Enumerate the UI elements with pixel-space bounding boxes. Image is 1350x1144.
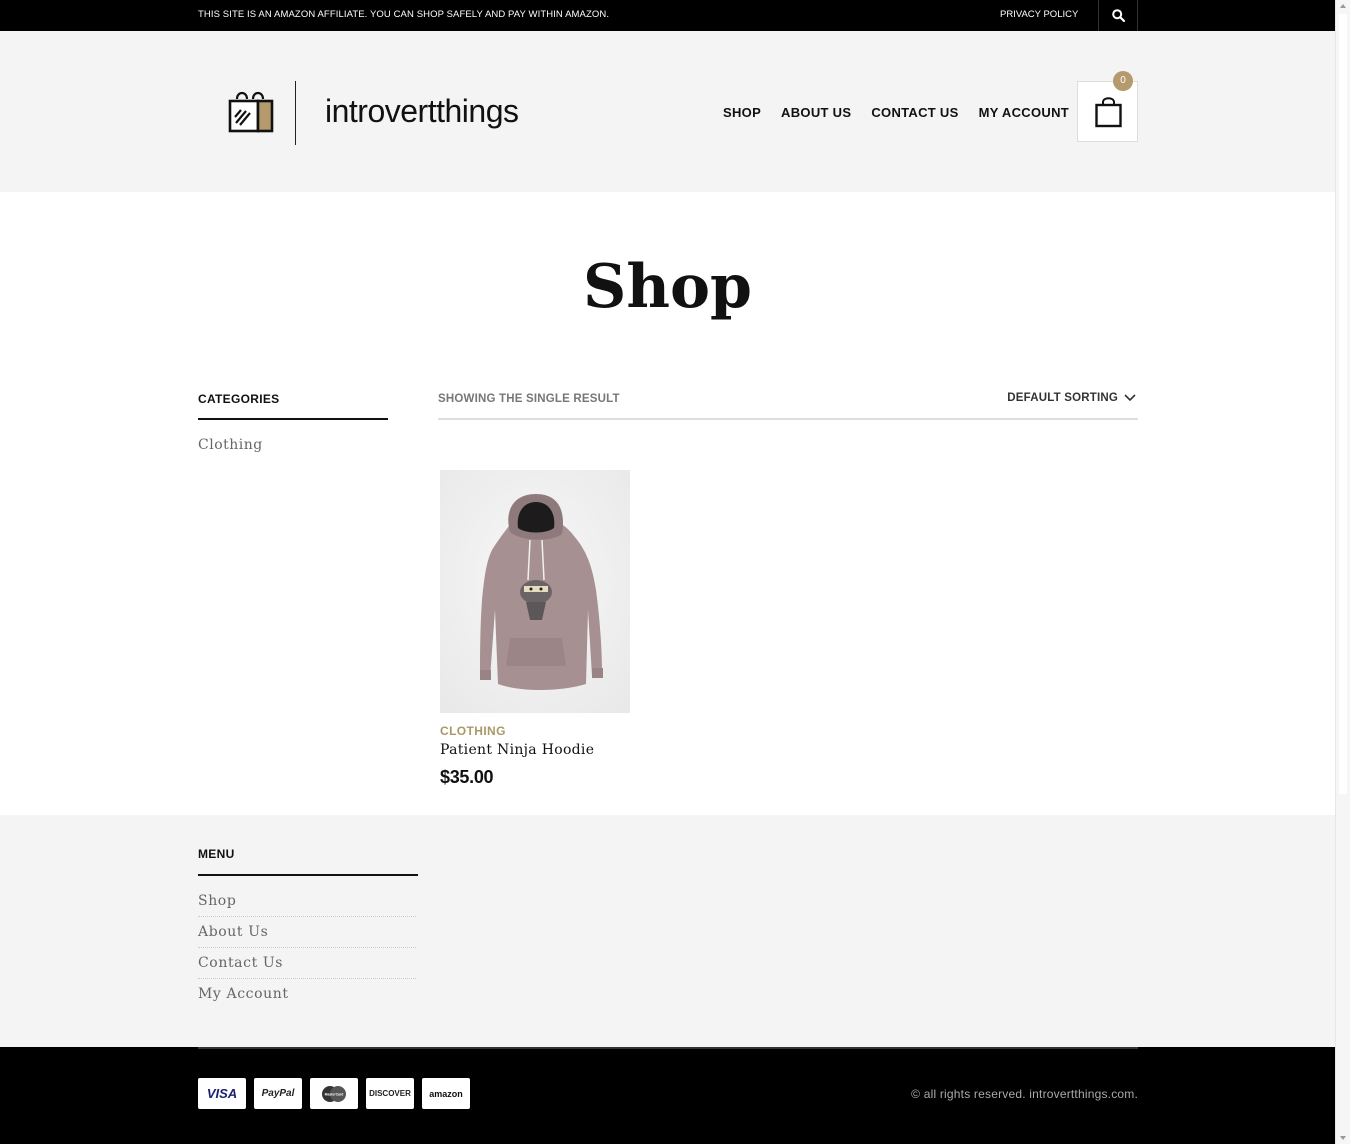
footer-menu-item: About Us <box>198 917 416 948</box>
footer-menu-title: MENU <box>198 847 418 876</box>
nav-about-us[interactable]: ABOUT US <box>781 105 851 120</box>
nav-contact-us[interactable]: CONTACT US <box>871 105 958 120</box>
shopping-bag-icon <box>1095 97 1122 128</box>
shop-toolbar: SHOWING THE SINGLE RESULT DEFAULT SORTIN… <box>438 392 1138 420</box>
footer-link-contact-us[interactable]: Contact Us <box>198 955 283 971</box>
page: THIS SITE IS AN AMAZON AFFILIATE. YOU CA… <box>0 0 1335 1144</box>
paypal-icon: PayPal <box>254 1078 302 1109</box>
product-category[interactable]: CLOTHING <box>440 724 630 738</box>
top-bar: THIS SITE IS AN AMAZON AFFILIATE. YOU CA… <box>0 0 1335 31</box>
product-name[interactable]: Patient Ninja Hoodie <box>440 742 630 758</box>
cart-button[interactable] <box>1077 81 1138 142</box>
page-title: Shop <box>583 252 752 322</box>
footer-link-my-account[interactable]: My Account <box>198 986 289 1002</box>
nav-my-account[interactable]: MY ACCOUNT <box>979 105 1069 120</box>
cart-count-badge: 0 <box>1113 71 1133 91</box>
footer-menu-item: My Account <box>198 979 416 1010</box>
product-image[interactable] <box>440 470 630 713</box>
footer-link-about-us[interactable]: About Us <box>198 924 268 940</box>
chevron-down-icon[interactable] <box>1124 393 1136 403</box>
categories-sidebar: CATEGORIES Clothing <box>198 392 388 453</box>
logo-divider <box>295 81 296 145</box>
sort-select[interactable]: DEFAULT SORTING <box>1007 392 1118 404</box>
site-logo-text[interactable]: introvertthings <box>325 93 519 130</box>
footer-menu-item: Shop <box>198 886 416 917</box>
footer-bottom: VISA PayPal MasterCard DISCOVER amazon ©… <box>0 1047 1335 1144</box>
main-nav: SHOP ABOUT US CONTACT US MY ACCOUNT <box>723 105 1069 120</box>
product-price: $35.00 <box>440 767 494 787</box>
scrollbar-thumb[interactable] <box>1339 14 1347 794</box>
footer-menu: MENU Shop About Us Contact Us My Account <box>198 847 418 1010</box>
result-count: SHOWING THE SINGLE RESULT <box>438 393 620 405</box>
affiliate-notice: THIS SITE IS AN AMAZON AFFILIATE. YOU CA… <box>198 9 610 20</box>
copyright-text: © all rights reserved. introvertthings.c… <box>911 1087 1138 1101</box>
footer-divider <box>198 1047 1138 1049</box>
vertical-scrollbar[interactable] <box>1335 0 1350 1144</box>
svg-text:MasterCard: MasterCard <box>325 1092 344 1096</box>
site-header: introvertthings SHOP ABOUT US CONTACT US… <box>0 31 1335 192</box>
nav-shop[interactable]: SHOP <box>723 105 761 120</box>
category-link-clothing[interactable]: Clothing <box>198 437 388 453</box>
scroll-down-icon[interactable] <box>1340 1136 1346 1140</box>
scroll-up-icon[interactable] <box>1340 4 1346 8</box>
visa-icon: VISA <box>198 1078 246 1109</box>
search-icon <box>1112 9 1125 22</box>
footer-menu-item: Contact Us <box>198 948 416 979</box>
amazon-icon: amazon <box>422 1078 470 1109</box>
footer-widgets: MENU Shop About Us Contact Us My Account <box>0 815 1335 1047</box>
product-card[interactable]: CLOTHING Patient Ninja Hoodie $35.00 <box>440 470 630 788</box>
mastercard-icon: MasterCard <box>310 1078 358 1109</box>
footer-link-shop[interactable]: Shop <box>198 893 236 909</box>
search-button[interactable] <box>1098 0 1138 31</box>
shopping-bags-logo-icon[interactable] <box>228 89 274 138</box>
privacy-policy-link[interactable]: PRIVACY POLICY <box>1000 9 1078 20</box>
discover-icon: DISCOVER <box>366 1078 414 1109</box>
footer-menu-list: Shop About Us Contact Us My Account <box>198 886 416 1010</box>
payment-methods: VISA PayPal MasterCard DISCOVER amazon <box>198 1078 470 1109</box>
categories-title: CATEGORIES <box>198 392 388 420</box>
